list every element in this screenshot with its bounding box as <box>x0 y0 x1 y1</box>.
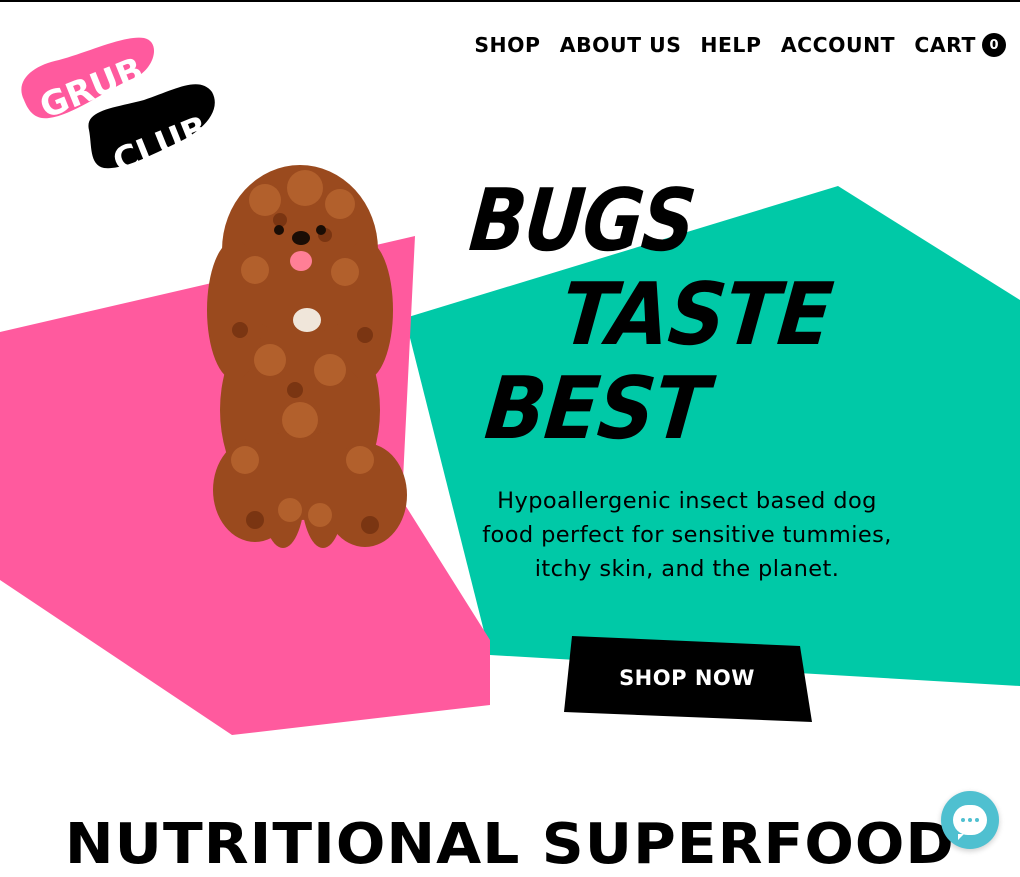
hero-subcopy: Hypoallergenic insect based dog food per… <box>482 488 892 582</box>
nav-help[interactable]: HELP <box>700 33 761 57</box>
nav-about-us[interactable]: ABOUT US <box>559 33 681 57</box>
hero-headline-line3: BEST <box>481 359 713 459</box>
dog-image <box>195 160 425 560</box>
chat-icon <box>953 805 987 840</box>
shop-now-button[interactable]: SHOP NOW <box>564 636 814 724</box>
grub-club-logo[interactable]: GRUB CLUB <box>14 30 224 182</box>
nav-shop[interactable]: SHOP <box>474 33 540 57</box>
section-title-text: NUTRITIONAL SUPERFOOD <box>65 812 955 877</box>
cart-label: CART <box>914 33 976 57</box>
shop-now-label: SHOP NOW <box>619 666 755 690</box>
nav-cart[interactable]: CART 0 <box>914 33 1006 57</box>
main-nav: SHOP ABOUT US HELP ACCOUNT CART 0 <box>474 30 1006 60</box>
hero-headline-line1: BUGS <box>465 171 699 271</box>
cart-count-badge: 0 <box>982 33 1006 57</box>
section-title: NUTRITIONAL SUPERFOOD <box>0 812 1020 877</box>
nav-account[interactable]: ACCOUNT <box>781 33 895 57</box>
hero-headline-line2: TASTE <box>557 265 837 365</box>
chat-button[interactable] <box>941 791 999 849</box>
